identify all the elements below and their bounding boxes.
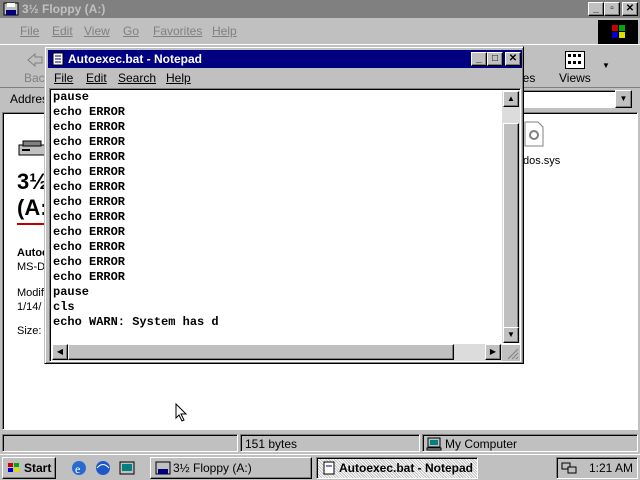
minimize-button[interactable]: _ — [588, 2, 604, 16]
task-notepad[interactable]: Autoexec.bat - Notepad — [316, 457, 478, 479]
taskbar: Start e 3½ Floppy (A:) Autoexec.bat - No… — [0, 454, 640, 480]
notepad-text-area[interactable]: pause echo ERROR echo ERROR echo ERROR echo … — [49, 88, 521, 362]
text-line: echo ERROR — [53, 165, 126, 179]
start-button[interactable]: Start — [2, 457, 56, 479]
text-line: echo ERROR — [53, 135, 126, 149]
text-line: echo WARN: System has d — [53, 315, 219, 329]
notepad-menubar: File Edit Search Help — [48, 69, 522, 87]
scroll-left-button[interactable]: ◀ — [52, 344, 68, 360]
text-line: pause — [53, 90, 90, 104]
scroll-up-button[interactable]: ▲ — [503, 91, 519, 107]
floppy-icon — [3, 2, 19, 16]
status-zone: My Computer — [422, 434, 638, 452]
floppy-icon — [155, 461, 171, 475]
explorer-menubar: File Edit View Go Favorites Help — [0, 20, 595, 42]
notepad-close-button[interactable]: ✕ — [505, 52, 521, 66]
text-line: echo ERROR — [53, 255, 126, 269]
notepad-menu-search[interactable]: Search — [118, 71, 156, 85]
views-dropdown-icon[interactable]: ▼ — [602, 61, 610, 70]
vertical-scrollbar[interactable]: ▲ ▼ — [502, 91, 520, 343]
explorer-title-bar[interactable]: 3½ Floppy (A:) _ ▫ ✕ — [0, 0, 640, 18]
scroll-down-button[interactable]: ▼ — [503, 327, 519, 343]
notepad-title-bar[interactable]: Autoexec.bat - Notepad _ □ ✕ — [48, 50, 522, 68]
text-line: cls — [53, 300, 75, 314]
notepad-icon — [323, 461, 335, 475]
computer-icon — [426, 437, 442, 451]
vertical-scroll-thumb[interactable] — [503, 123, 519, 331]
text-line: echo ERROR — [53, 225, 126, 239]
drive-icon — [18, 140, 46, 156]
text-line: echo ERROR — [53, 270, 126, 284]
notepad-icon — [52, 52, 64, 66]
task-explorer-label: 3½ Floppy (A:) — [173, 461, 252, 475]
size-label: Size: — [17, 325, 42, 337]
views-icon — [565, 51, 585, 69]
desktop-icon[interactable] — [94, 459, 112, 477]
task-notepad-label: Autoexec.bat - Notepad — [339, 461, 474, 475]
menu-go[interactable]: Go — [123, 24, 139, 38]
folder-title-line1: 3½ Floppy — [17, 169, 47, 194]
resize-grip[interactable] — [502, 345, 520, 361]
mouse-cursor-icon — [175, 403, 188, 422]
menu-favorites[interactable]: Favorites — [153, 24, 202, 38]
ie-icon[interactable]: e — [70, 459, 88, 477]
clock[interactable]: 1:21 AM — [589, 461, 633, 475]
svg-text:e: e — [75, 462, 80, 476]
system-tray: 1:21 AM — [556, 457, 638, 479]
notepad-maximize-button[interactable]: □ — [487, 52, 503, 66]
notepad-menu-help[interactable]: Help — [166, 71, 191, 85]
text-line: echo ERROR — [53, 210, 126, 224]
status-zone-label: My Computer — [445, 437, 518, 451]
modified-label: Modified: — [17, 287, 47, 299]
text-line: echo ERROR — [53, 180, 126, 194]
menu-edit[interactable]: Edit — [52, 24, 73, 38]
horizontal-scroll-thumb[interactable] — [68, 344, 454, 360]
folder-title-line2: (A:) — [17, 195, 47, 220]
status-pane-main — [2, 434, 238, 452]
text-line: echo ERROR — [53, 195, 126, 209]
status-size: 151 bytes — [240, 434, 420, 452]
windows-logo-icon — [598, 20, 638, 44]
file-label[interactable]: dos.sys — [523, 155, 560, 167]
start-label: Start — [24, 461, 52, 475]
close-button[interactable]: ✕ — [622, 2, 638, 16]
menu-file[interactable]: File — [20, 24, 39, 38]
text-line: echo ERROR — [53, 105, 126, 119]
horizontal-scrollbar[interactable]: ◀ ▶ — [52, 344, 502, 361]
text-line: echo ERROR — [53, 240, 126, 254]
address-dropdown-button[interactable]: ▼ — [615, 90, 632, 108]
modified-value: 1/14/ — [17, 301, 42, 313]
notepad-menu-file[interactable]: File — [54, 71, 73, 85]
system-file-icon[interactable] — [523, 121, 545, 147]
text-line: echo ERROR — [53, 120, 126, 134]
windows-logo-icon — [8, 463, 19, 472]
address-input[interactable] — [520, 90, 616, 108]
restore-button[interactable]: ▫ — [604, 2, 620, 16]
tray-network-icon[interactable] — [561, 461, 577, 475]
views-label: Views — [559, 71, 591, 85]
notepad-menu-edit[interactable]: Edit — [86, 71, 107, 85]
menu-view[interactable]: View — [84, 24, 110, 38]
menu-help[interactable]: Help — [212, 24, 237, 38]
selected-file-name: Autoexec.bat — [17, 247, 47, 259]
notepad-text-content[interactable]: pause echo ERROR echo ERROR echo ERROR echo … — [53, 90, 499, 342]
notepad-window: Autoexec.bat - Notepad _ □ ✕ File Edit S… — [44, 46, 524, 364]
notepad-minimize-button[interactable]: _ — [471, 52, 487, 66]
notepad-title: Autoexec.bat - Notepad — [68, 52, 203, 66]
explorer-status-bar: 151 bytes My Computer — [0, 432, 640, 454]
text-line: echo ERROR — [53, 150, 126, 164]
back-arrow-icon — [27, 52, 43, 68]
scroll-right-button[interactable]: ▶ — [485, 344, 501, 360]
views-button[interactable]: Views ▼ — [555, 49, 615, 85]
selected-file-type: MS-DOS Batch File — [17, 261, 47, 273]
explorer-title: 3½ Floppy (A:) — [22, 2, 106, 16]
task-explorer[interactable]: 3½ Floppy (A:) — [150, 457, 312, 479]
text-line: pause — [53, 285, 90, 299]
channels-icon[interactable] — [118, 459, 136, 477]
